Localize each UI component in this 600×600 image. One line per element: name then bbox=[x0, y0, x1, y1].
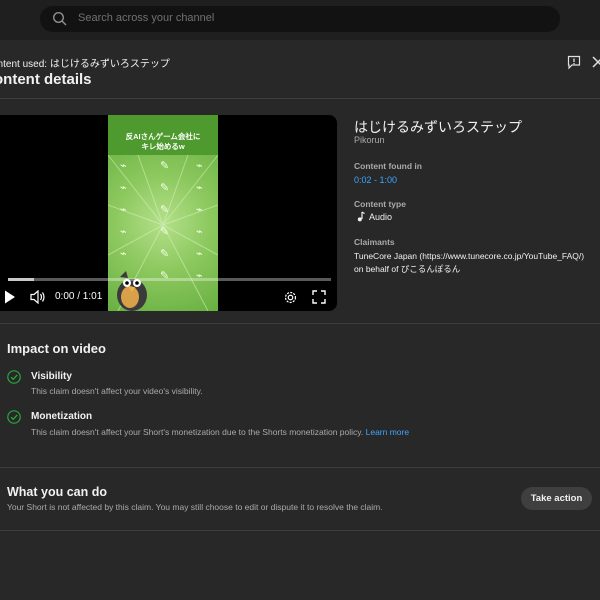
top-bar: Search across your channel bbox=[0, 0, 600, 38]
song-title: はじけるみずいろステップ bbox=[354, 119, 522, 135]
impact-section-title: Impact on video bbox=[7, 341, 106, 356]
monetization-title: Monetization bbox=[31, 411, 93, 422]
content-used-label: ontent used: はじけるみずいろステップ bbox=[0, 59, 170, 70]
content-found-range[interactable]: 0:02 - 1:00 bbox=[354, 175, 397, 185]
play-icon[interactable] bbox=[4, 290, 16, 304]
dialog-title: ontent details bbox=[0, 71, 92, 88]
video-thumbnail: 反AIさんゲーム会社に キレ始めるw ⌁ ✎ ⌁ ⌁ ✎ ⌁ ⌁ ✎ ⌁ ⌁ ✎ ⌁ ⌁ ✎ ⌁ ✎… bbox=[108, 115, 218, 311]
thumbnail-caption: 反AIさんゲーム会社に キレ始めるw bbox=[108, 132, 218, 152]
visibility-title: Visibility bbox=[31, 371, 72, 382]
take-action-button[interactable]: Take action bbox=[521, 487, 592, 510]
progress-track[interactable] bbox=[8, 278, 331, 281]
crow-mascot bbox=[117, 271, 147, 311]
monetization-description: This claim doesn't affect your Short's m… bbox=[31, 427, 409, 437]
music-note-icon bbox=[357, 211, 365, 222]
feedback-icon[interactable] bbox=[566, 54, 582, 70]
search-input[interactable]: Search across your channel bbox=[78, 12, 214, 24]
learn-more-link[interactable]: Learn more bbox=[366, 427, 409, 437]
content-type-label: Content type bbox=[354, 199, 406, 209]
actions-description: Your Short is not affected by this claim… bbox=[7, 502, 383, 512]
close-icon[interactable] bbox=[590, 54, 600, 70]
artist-name: Pikorun bbox=[354, 135, 385, 145]
content-found-label: Content found in bbox=[354, 161, 422, 171]
visibility-description: This claim doesn't affect your video's v… bbox=[31, 386, 203, 396]
search-icon bbox=[52, 11, 67, 26]
thumbnail-caption-line-1: 反AIさんゲーム会社に bbox=[125, 132, 201, 141]
content-details-dialog: ontent used: はじけるみずいろステップ ontent details bbox=[0, 40, 600, 600]
header-divider bbox=[0, 98, 600, 99]
video-player[interactable]: 反AIさんゲーム会社に キレ始めるw ⌁ ✎ ⌁ ⌁ ✎ ⌁ ⌁ ✎ ⌁ ⌁ ✎ ⌁ ⌁ ✎ ⌁ ✎… bbox=[0, 115, 337, 311]
monetization-check-icon bbox=[7, 410, 21, 424]
settings-gear-icon[interactable] bbox=[283, 290, 298, 305]
thumbnail-caption-line-2: キレ始めるw bbox=[141, 142, 185, 151]
search-bar[interactable]: Search across your channel bbox=[40, 6, 560, 32]
claimant-line-2: on behalf of ぴこるんぽるん bbox=[354, 264, 461, 274]
volume-icon[interactable] bbox=[30, 290, 46, 304]
actions-section-title: What you can do bbox=[7, 485, 107, 499]
visibility-check-icon bbox=[7, 370, 21, 384]
fullscreen-icon[interactable] bbox=[312, 290, 326, 304]
section-divider-1 bbox=[0, 323, 600, 324]
progress-fill bbox=[8, 278, 34, 281]
content-type-value: Audio bbox=[369, 212, 393, 222]
playback-time: 0:00 / 1:01 bbox=[55, 291, 103, 302]
claimants-label: Claimants bbox=[354, 237, 395, 247]
claimant-line-1: TuneCore Japan (https://www.tunecore.co.… bbox=[354, 251, 585, 261]
section-divider-3 bbox=[0, 530, 600, 531]
monetization-description-text: This claim doesn't affect your Short's m… bbox=[31, 427, 364, 437]
section-divider-2 bbox=[0, 467, 600, 468]
